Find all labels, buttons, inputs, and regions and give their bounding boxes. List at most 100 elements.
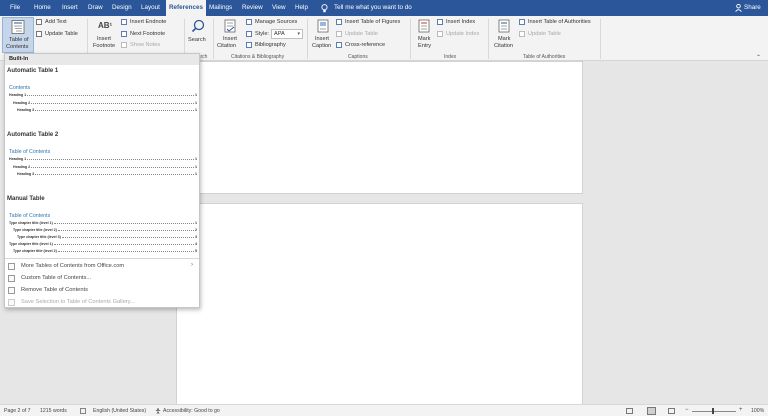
web-layout-icon[interactable] xyxy=(668,408,675,414)
more-tocs-menu-item[interactable]: More Tables of Contents from Office.com … xyxy=(5,261,199,272)
insert-citation-icon xyxy=(224,19,236,33)
table-of-figures-icon xyxy=(336,19,342,25)
insert-caption-label-1[interactable]: Insert xyxy=(315,36,329,42)
person-icon xyxy=(735,4,742,12)
table-of-contents-button[interactable]: Table of Contents xyxy=(2,17,34,53)
tell-me-search[interactable]: Tell me what you want to do xyxy=(334,0,412,16)
toc-label-line2: Contents xyxy=(6,44,29,50)
custom-toc-menu-item[interactable]: Custom Table of Contents... xyxy=(5,273,199,284)
toc-preview-line: Type chapter title (level 2) 2 xyxy=(13,228,197,232)
zoom-in-button[interactable]: + xyxy=(739,407,743,413)
word-count[interactable]: 1215 words xyxy=(40,408,67,414)
tab-insert[interactable]: Insert xyxy=(62,0,78,16)
automatic-table-1-option[interactable]: Automatic Table 1 Contents Heading 11 He… xyxy=(5,66,199,126)
toc-preview-title: Contents xyxy=(9,85,31,91)
update-table-icon xyxy=(36,31,42,37)
insert-table-of-authorities-button[interactable]: Insert Table of Authorities xyxy=(528,19,591,25)
tab-draw[interactable]: Draw xyxy=(88,0,103,16)
bibliography-icon xyxy=(246,42,252,48)
insert-index-button[interactable]: Insert Index xyxy=(446,19,475,25)
toc-preview-line: Heading 21 xyxy=(13,101,197,105)
ribbon-divider xyxy=(307,19,308,59)
page-count[interactable]: Page 2 of 7 xyxy=(4,408,31,414)
footnote-icon: AB¹ xyxy=(98,21,113,30)
manual-table-option[interactable]: Manual Table Table of Contents Type chap… xyxy=(5,194,199,260)
zoom-out-button[interactable]: − xyxy=(685,407,689,413)
index-group-label: Index xyxy=(444,54,457,60)
menu-item-label: More Tables of Contents from Office.com xyxy=(21,263,125,269)
proofing-icon[interactable] xyxy=(80,408,86,414)
search-button[interactable]: Search xyxy=(188,37,206,43)
update-toa-icon xyxy=(519,31,525,37)
document-page[interactable] xyxy=(176,61,583,194)
tab-design[interactable]: Design xyxy=(112,0,132,16)
save-selection-icon xyxy=(8,299,15,306)
automatic-table-2-option[interactable]: Automatic Table 2 Table of Contents Head… xyxy=(5,130,199,190)
mark-entry-label-2[interactable]: Entry xyxy=(418,43,431,49)
tab-view[interactable]: View xyxy=(272,0,286,16)
insert-footnote-label-1[interactable]: Insert xyxy=(97,36,111,42)
tab-help[interactable]: Help xyxy=(295,0,308,16)
tab-review[interactable]: Review xyxy=(242,0,263,16)
read-mode-icon[interactable] xyxy=(626,408,633,414)
insert-table-of-figures-button[interactable]: Insert Table of Figures xyxy=(345,19,400,25)
remove-toc-menu-item[interactable]: Remove Table of Contents xyxy=(5,285,199,296)
style-label: Style: xyxy=(255,31,269,37)
show-notes-button[interactable]: Show Notes xyxy=(130,42,160,48)
tab-home[interactable]: Home xyxy=(34,0,51,16)
zoom-slider-handle[interactable] xyxy=(712,408,714,414)
insert-citation-label-2[interactable]: Citation xyxy=(217,43,236,49)
save-selection-menu-item[interactable]: Save Selection to Table of Contents Gall… xyxy=(5,297,199,308)
toc-preview-line: Type chapter title (level 3) 3 xyxy=(17,235,197,239)
toc-preview-line: Heading 11 xyxy=(9,93,197,97)
bibliography-button[interactable]: Bibliography xyxy=(255,42,286,48)
ribbon-divider xyxy=(488,19,489,59)
mark-citation-label-2[interactable]: Citation xyxy=(494,43,513,49)
style-icon xyxy=(246,31,252,37)
gallery-header: Built-In xyxy=(5,54,199,65)
share-button[interactable]: Share xyxy=(744,0,761,16)
remove-toc-icon xyxy=(8,287,15,294)
document-page[interactable] xyxy=(176,203,583,409)
next-footnote-button[interactable]: Next Footnote xyxy=(130,31,165,37)
menu-item-label: Save Selection to Table of Contents Gall… xyxy=(21,299,135,305)
tab-mailings[interactable]: Mailings xyxy=(209,0,232,16)
insert-index-icon xyxy=(437,19,443,25)
manage-sources-button[interactable]: Manage Sources xyxy=(255,19,297,25)
style-dropdown[interactable]: APA ▾ xyxy=(271,29,303,39)
cross-reference-button[interactable]: Cross-reference xyxy=(345,42,385,48)
mark-citation-label-1[interactable]: Mark xyxy=(498,36,510,42)
update-table-toa-button[interactable]: Update Table xyxy=(528,31,561,37)
ribbon-divider xyxy=(410,19,411,59)
language[interactable]: English (United States) xyxy=(93,408,146,414)
tab-references[interactable]: References xyxy=(166,0,206,16)
collapse-ribbon-icon[interactable]: ⌃ xyxy=(756,54,761,61)
toc-preview-title: Table of Contents xyxy=(9,149,51,155)
accessibility-status[interactable]: Accessibility: Good to go xyxy=(163,408,220,414)
show-notes-icon xyxy=(121,42,127,48)
tab-layout[interactable]: Layout xyxy=(141,0,160,16)
insert-endnote-icon xyxy=(121,19,127,25)
next-footnote-icon xyxy=(121,31,127,37)
insert-endnote-button[interactable]: Insert Endnote xyxy=(130,19,166,25)
tab-file[interactable]: File xyxy=(10,0,20,16)
toc-label-line1: Table of xyxy=(9,37,29,43)
gallery-divider xyxy=(5,258,199,259)
print-layout-icon[interactable] xyxy=(647,407,656,415)
zoom-slider-track[interactable] xyxy=(692,411,736,412)
mark-entry-label-1[interactable]: Mark xyxy=(418,36,430,42)
menu-item-label: Remove Table of Contents xyxy=(21,287,88,293)
mark-entry-icon xyxy=(418,19,430,33)
toc-preview-line: Heading 21 xyxy=(13,165,197,169)
insert-citation-label-1[interactable]: Insert xyxy=(223,36,237,42)
update-table-button[interactable]: Update Table xyxy=(45,31,78,37)
accessibility-icon xyxy=(155,408,161,414)
zoom-level[interactable]: 100% xyxy=(751,408,764,414)
toa-group-label: Table of Authorities xyxy=(523,54,566,60)
update-index-button[interactable]: Update Index xyxy=(446,31,479,37)
insert-footnote-label-2[interactable]: Footnote xyxy=(93,43,115,49)
mark-citation-icon xyxy=(498,19,510,33)
insert-caption-label-2[interactable]: Caption xyxy=(312,43,331,49)
update-table-figures-button[interactable]: Update Table xyxy=(345,31,378,37)
add-text-button[interactable]: Add Text xyxy=(45,19,67,25)
